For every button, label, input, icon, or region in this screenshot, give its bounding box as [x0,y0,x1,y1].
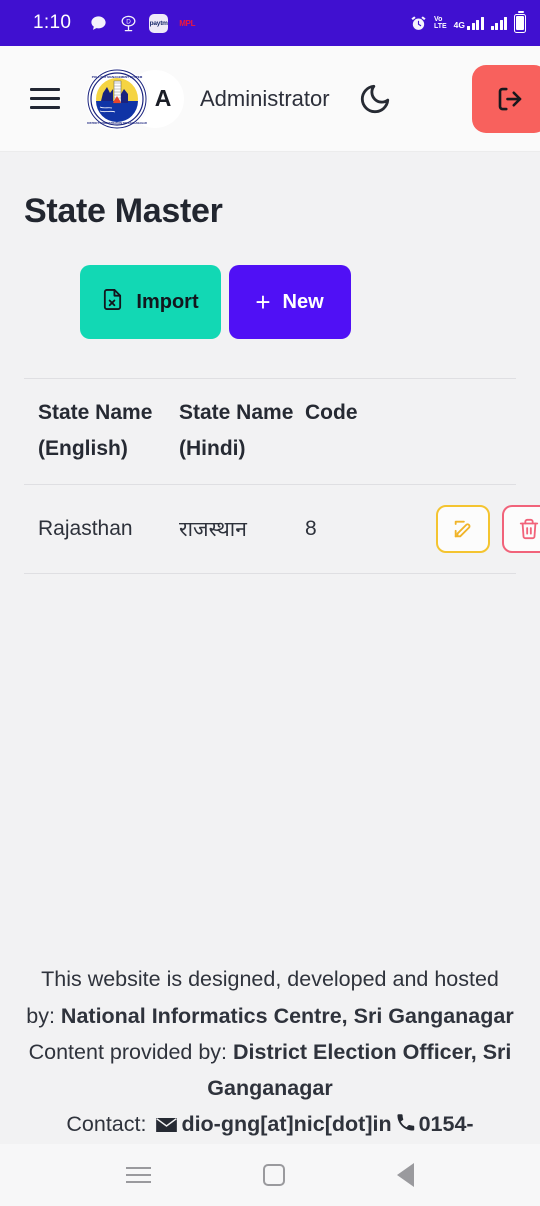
state-master-table: State Name (English) State Name (Hindi) … [24,377,540,575]
phone-icon [395,1108,416,1144]
column-header-actions [405,377,516,486]
footer-line-1: This website is designed, developed and … [41,967,499,992]
home-square-icon[interactable] [263,1164,285,1186]
new-button-label: New [282,290,324,313]
footer-line-2: by: National Informatics Centre, Sri Gan… [10,998,530,1034]
delete-row-button[interactable] [502,505,540,554]
footer-line-2-bold: National Informatics Centre, Sri Gangana… [60,1003,514,1028]
mobile-data-icon: 4G [454,16,484,30]
footer-email[interactable]: dio-gng[at]nic[dot]in [181,1112,391,1136]
trash-icon [519,519,539,540]
logout-button[interactable] [472,65,540,133]
brand-group: POLL DAY MANAGEMENT SYSTEM DISTRICT ADMI… [86,67,330,130]
footer-contact-line: Contact: dio-gng[at]nic[dot]in 0154- [10,1106,530,1144]
cell-actions [405,484,540,575]
battery-icon [514,11,526,33]
plus-icon: + [255,287,271,317]
table-header-row: State Name (English) State Name (Hindi) … [24,377,516,486]
page-content: State Master Import + New State Name (En… [0,152,540,1144]
svg-text:D: D [126,18,131,25]
cell-state-name-english: Rajasthan [24,484,179,575]
svg-text:POLL DAY MANAGEMENT SYSTEM: POLL DAY MANAGEMENT SYSTEM [92,75,143,79]
envelope-icon [155,1108,178,1144]
column-header-code: Code [305,377,405,486]
recents-icon[interactable] [126,1167,151,1183]
column-header-state-name-hindi: State Name (Hindi) [179,377,305,486]
android-navigation-bar [0,1144,540,1206]
volte-icon: Vo LTE [433,16,447,30]
footer-line-3-prefix: Content provided by: [28,1039,233,1064]
signal-strength-icon [490,16,507,30]
svg-text:DISTRICT ADMINISTRATION SRI GA: DISTRICT ADMINISTRATION SRI GANGANAGAR [87,121,147,125]
edit-pencil-icon [454,521,471,538]
status-bar-clock: 1:10 [33,12,72,33]
new-button[interactable]: + New [228,265,351,339]
chat-bubble-icon [89,14,108,33]
cell-code: 8 [305,484,405,575]
status-bar: 1:10 D paytm MPL Vo LTE 4G [0,0,540,46]
mpl-icon: MPL [179,18,196,28]
cell-state-name-hindi: राजस्थान [179,484,305,575]
footer-line-2-prefix: by: [26,1003,61,1028]
page-footer: This website is designed, developed and … [0,961,540,1144]
file-excel-icon [101,288,124,317]
phone-screen: 1:10 D paytm MPL Vo LTE 4G POLL DAY MANA… [0,0,540,1206]
status-bar-notification-icons: D paytm MPL [89,13,196,33]
edit-row-button[interactable] [436,505,490,554]
footer-contact-prefix: Contact: [66,1111,153,1136]
paytm-icon: paytm [149,13,169,33]
dream11-icon: D [119,14,138,33]
hamburger-menu-icon[interactable] [30,88,60,109]
app-header: POLL DAY MANAGEMENT SYSTEM DISTRICT ADMI… [0,46,540,152]
footer-line-4-bold: Ganganagar [207,1075,333,1100]
column-header-state-name-english: State Name (English) [24,377,179,486]
status-bar-system-icons: Vo LTE 4G [410,11,526,33]
table-row: Rajasthan राजस्थान 8 [24,484,540,575]
user-name-label: Administrator [200,85,330,111]
import-button-label: Import [136,290,199,313]
alarm-clock-icon [410,15,427,32]
footer-line-3: Content provided by: District Election O… [10,1034,530,1070]
footer-phone[interactable]: 0154- [419,1112,474,1136]
poll-day-management-system-emblem-icon: POLL DAY MANAGEMENT SYSTEM DISTRICT ADMI… [86,67,148,130]
footer-line-3-bold: District Election Officer, Sri [233,1039,512,1064]
back-triangle-icon[interactable] [397,1163,414,1187]
action-buttons: Import + New [24,265,516,339]
page-title: State Master [24,192,223,230]
import-button[interactable]: Import [79,265,221,339]
footer-line-4: Ganganagar [10,1070,530,1106]
moon-icon[interactable] [358,82,392,116]
logout-icon [498,87,522,111]
